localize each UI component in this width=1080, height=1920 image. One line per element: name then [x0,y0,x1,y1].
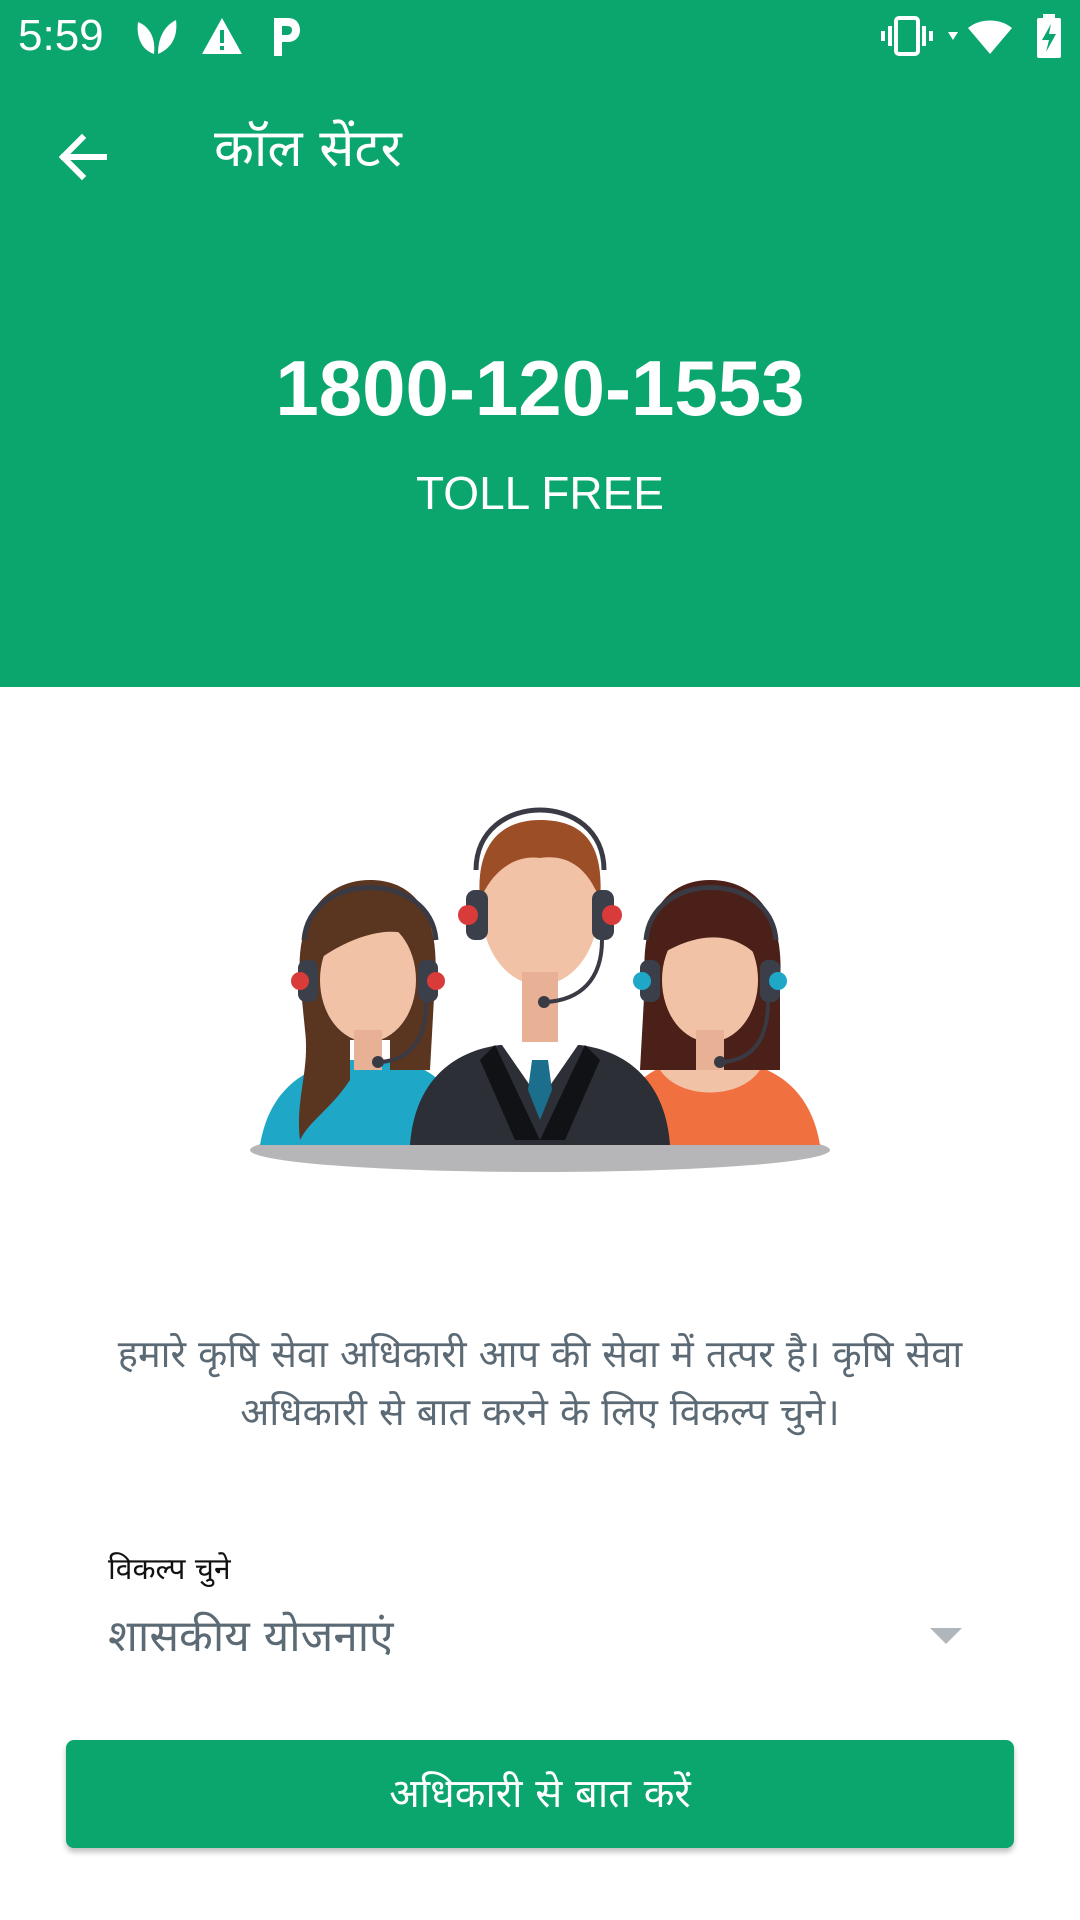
call-center-agents-illustration [250,807,830,1172]
battery-charging-icon [1037,14,1061,58]
arrow-back-icon [58,133,107,181]
description-text: हमारे कृषि सेवा अधिकारी आप की सेवा में त… [117,1332,963,1434]
warning-icon [202,18,242,54]
toolbar: कॉल सेंटर [0,72,1080,232]
toll-free-label: TOLL FREE [416,467,664,519]
back-button[interactable] [40,114,126,200]
select-value: शासकीय योजनाएं [108,1611,394,1662]
dropdown-arrow-icon[interactable] [928,1626,964,1646]
status-bar: 5:59 [0,0,1080,72]
status-time: 5:59 [18,11,104,60]
header-banner: 5:59 कॉल सेंटर 1800-120-1553 TOLL FREE [0,0,1080,687]
leaf-app-icon [137,20,177,54]
vibrate-icon [881,16,933,56]
phone-number: 1800-120-1553 [275,344,805,432]
talk-to-officer-button[interactable]: अधिकारी से बात करें [66,1740,1014,1848]
page-title: कॉल सेंटर [214,119,402,179]
p-app-icon [274,18,300,56]
select-label: विकल्प चुने [108,1552,231,1587]
wifi-icon [948,20,1012,54]
